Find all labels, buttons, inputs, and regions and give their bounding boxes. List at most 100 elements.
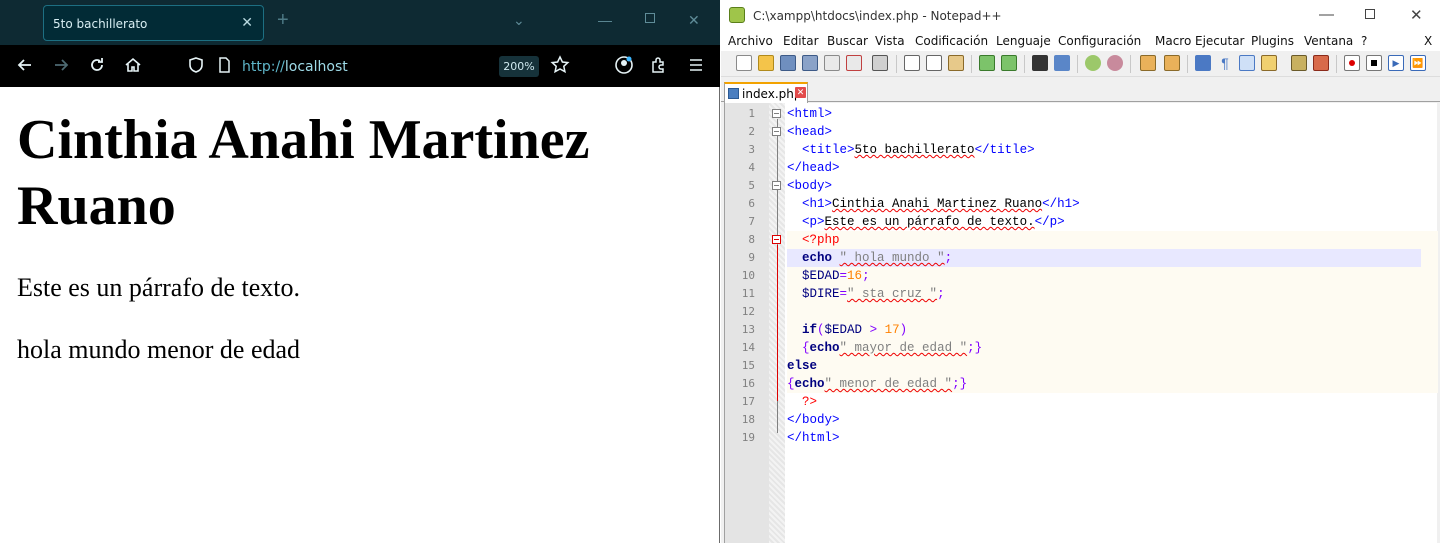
code-editor[interactable]: 1 2 3 4 5 6 7 8 9 10 11 12 13 14 15 16 1… xyxy=(724,103,1438,543)
copy-icon[interactable] xyxy=(926,55,942,71)
url-prefix: http:// xyxy=(242,59,285,75)
file-tab-index-php[interactable]: index.php ✕ xyxy=(724,82,808,103)
undo-icon[interactable] xyxy=(979,55,995,71)
close-all-icon[interactable] xyxy=(846,55,862,71)
bookmark-star-icon[interactable] xyxy=(550,55,570,75)
menu-archivo[interactable]: Archivo xyxy=(728,34,773,48)
redo-icon[interactable] xyxy=(1001,55,1017,71)
menu-ejecutar[interactable]: Ejecutar xyxy=(1195,34,1245,48)
menu-editar[interactable]: Editar xyxy=(783,34,819,48)
print-icon[interactable] xyxy=(872,55,888,71)
code-line-10: $EDAD=16; xyxy=(787,267,870,285)
menu-buscar[interactable]: Buscar xyxy=(827,34,868,48)
play-macro-icon[interactable]: ▶ xyxy=(1388,55,1404,71)
home-icon[interactable] xyxy=(123,55,143,75)
close-tab-icon[interactable]: ✕ xyxy=(241,14,253,31)
p-text: Este es un párrafo de texto. xyxy=(824,215,1035,229)
fold-toggle-icon[interactable] xyxy=(772,109,781,118)
show-all-characters-icon[interactable]: ¶ xyxy=(1217,55,1233,71)
php-keyword: if xyxy=(802,323,818,337)
php-operator: ( xyxy=(817,323,825,337)
new-file-icon[interactable] xyxy=(736,55,752,71)
page-viewport: Cinthia Anahi Martinez Ruano Este es un … xyxy=(0,87,719,543)
zoom-in-icon[interactable] xyxy=(1085,55,1101,71)
maximize-icon[interactable] xyxy=(645,13,655,23)
shield-icon[interactable] xyxy=(186,55,206,75)
page-icon xyxy=(219,57,230,73)
indent-guide-icon[interactable] xyxy=(1239,55,1255,71)
stop-macro-icon[interactable] xyxy=(1366,55,1382,71)
sync-horizontal-icon[interactable] xyxy=(1164,55,1180,71)
menu-help[interactable]: ? xyxy=(1361,34,1367,48)
new-tab-icon[interactable]: + xyxy=(277,9,289,32)
close-file-icon[interactable] xyxy=(824,55,840,71)
zoom-level-badge[interactable]: 200% xyxy=(499,56,539,77)
url-bar[interactable]: http://localhost xyxy=(242,59,348,75)
document-map-icon[interactable] xyxy=(1291,55,1307,71)
function-list-icon[interactable] xyxy=(1313,55,1329,71)
html-tag: <title> xyxy=(802,143,855,157)
line-number: 3 xyxy=(748,143,755,156)
notepad-toolbar: ¶ ▶ ⏩ xyxy=(721,51,1440,77)
menu-close-doc[interactable]: X xyxy=(1424,34,1432,48)
menu-hamburger-icon[interactable] xyxy=(686,55,706,75)
sync-vertical-icon[interactable] xyxy=(1140,55,1156,71)
npp-close-icon[interactable]: ✕ xyxy=(1410,6,1423,24)
code-line-13: if($EDAD > 17) xyxy=(787,321,907,339)
close-file-tab-icon[interactable]: ✕ xyxy=(795,87,806,98)
menu-ventana[interactable]: Ventana xyxy=(1304,34,1353,48)
fold-toggle-icon[interactable] xyxy=(772,181,781,190)
html-tag: </title> xyxy=(974,143,1035,157)
forward-arrow-icon[interactable] xyxy=(51,55,71,75)
php-number: 16 xyxy=(847,269,863,283)
menu-plugins[interactable]: Plugins xyxy=(1251,34,1294,48)
npp-maximize-icon[interactable] xyxy=(1365,9,1375,19)
tab-title: 5to bachillerato xyxy=(53,17,148,31)
notepad-logo-icon xyxy=(729,7,745,23)
menu-lenguaje[interactable]: Lenguaje xyxy=(996,34,1051,48)
php-variable: $EDAD xyxy=(824,323,863,337)
line-number: 12 xyxy=(741,305,755,318)
menu-vista[interactable]: Vista xyxy=(875,34,905,48)
npp-minimize-icon[interactable]: — xyxy=(1319,6,1334,23)
account-icon[interactable] xyxy=(614,55,634,75)
save-all-icon[interactable] xyxy=(802,55,818,71)
fold-toggle-php-icon[interactable] xyxy=(772,235,781,244)
code-line-17: ?> xyxy=(787,393,817,411)
html-tag: </body> xyxy=(787,413,840,427)
replace-icon[interactable] xyxy=(1054,55,1070,71)
browser-tab-active[interactable]: 5to bachillerato ✕ xyxy=(43,5,264,41)
word-wrap-icon[interactable] xyxy=(1195,55,1211,71)
save-icon[interactable] xyxy=(780,55,796,71)
open-file-icon[interactable] xyxy=(758,55,774,71)
code-line-18: </body> xyxy=(787,411,840,429)
code-line-14: {echo" mayor de edad ";} xyxy=(787,339,982,357)
user-language-icon[interactable] xyxy=(1261,55,1277,71)
zoom-out-icon[interactable] xyxy=(1107,55,1123,71)
reload-icon[interactable] xyxy=(87,55,107,75)
php-operator: ; xyxy=(937,287,945,301)
record-macro-icon[interactable] xyxy=(1344,55,1360,71)
cut-icon[interactable] xyxy=(904,55,920,71)
find-icon[interactable] xyxy=(1032,55,1048,71)
html-tag: </head> xyxy=(787,161,840,175)
html-tag: <head> xyxy=(787,125,833,139)
tab-list-chevron-icon[interactable]: ⌄ xyxy=(513,12,525,29)
menu-codificacion[interactable]: Codificación xyxy=(915,34,988,48)
page-paragraph: Este es un párrafo de texto. xyxy=(17,273,301,302)
paste-icon[interactable] xyxy=(948,55,964,71)
close-window-icon[interactable]: ✕ xyxy=(688,12,700,29)
back-arrow-icon[interactable] xyxy=(15,55,35,75)
line-number: 17 xyxy=(741,395,755,408)
php-string: " hola mundo " xyxy=(839,251,945,265)
menu-configuracion[interactable]: Configuración xyxy=(1058,34,1141,48)
fold-toggle-icon[interactable] xyxy=(772,127,781,136)
php-operator: ) xyxy=(899,323,908,337)
menu-macro[interactable]: Macro xyxy=(1155,34,1191,48)
minimize-icon[interactable]: — xyxy=(598,12,612,28)
extensions-icon[interactable] xyxy=(649,55,669,75)
line-number: 7 xyxy=(748,215,755,228)
run-macro-multiple-icon[interactable]: ⏩ xyxy=(1410,55,1426,71)
line-number: 15 xyxy=(741,359,755,372)
php-operator: { xyxy=(787,377,795,391)
